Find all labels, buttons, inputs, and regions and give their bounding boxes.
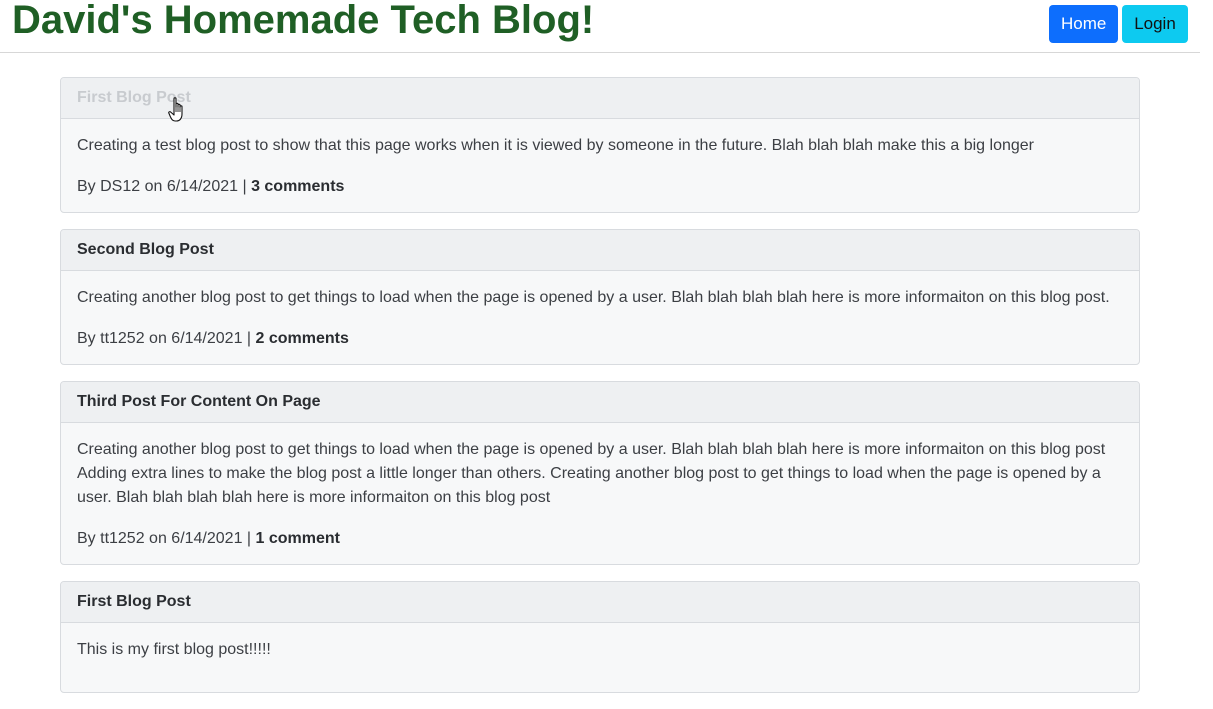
post-card-1: First Blog Post Creating a test blog pos… [60,77,1140,213]
post-list: First Blog Post Creating a test blog pos… [60,77,1140,709]
post-body-2: Creating another blog post to get things… [61,271,1139,364]
post-meta-2: By tt1252 on 6/14/2021 | 2 comments [77,327,1123,351]
post-body-4: This is my first blog post!!!!! [61,623,1139,692]
post-title-link-2[interactable]: Second Blog Post [61,230,1139,271]
post-byline-1: By DS12 on 6/14/2021 | [77,178,252,195]
home-button[interactable]: Home [1049,5,1118,43]
post-title-link-4[interactable]: First Blog Post [61,582,1139,623]
post-byline-3: By tt1252 on 6/14/2021 | [77,530,256,547]
site-title: David's Homemade Tech Blog! [12,0,595,42]
post-body-1: Creating a test blog post to show that t… [61,119,1139,212]
post-meta-1: By DS12 on 6/14/2021 | 3 comments [77,175,1123,199]
post-content-4: This is my first blog post!!!!! [77,641,271,658]
post-title-link-1[interactable]: First Blog Post [61,78,1139,119]
post-content-3: Creating another blog post to get things… [77,441,1106,506]
hand-pointer-cursor-icon [168,97,183,122]
post-byline-2: By tt1252 on 6/14/2021 | [77,330,256,347]
site-header: David's Homemade Tech Blog! Home Login [0,0,1200,53]
login-button[interactable]: Login [1122,5,1188,43]
post-card-2: Second Blog Post Creating another blog p… [60,229,1140,365]
post-title-link-3[interactable]: Third Post For Content On Page [61,382,1139,423]
post-card-3: Third Post For Content On Page Creating … [60,381,1140,565]
post-comments-2: 2 comments [255,330,349,347]
post-comments-3: 1 comment [255,530,340,547]
post-content-2: Creating another blog post to get things… [77,289,1110,306]
post-content-1: Creating a test blog post to show that t… [77,137,1034,154]
post-card-4: First Blog Post This is my first blog po… [60,581,1140,693]
post-meta-3: By tt1252 on 6/14/2021 | 1 comment [77,527,1123,551]
post-body-3: Creating another blog post to get things… [61,423,1139,564]
post-comments-1: 3 comments [251,178,345,195]
